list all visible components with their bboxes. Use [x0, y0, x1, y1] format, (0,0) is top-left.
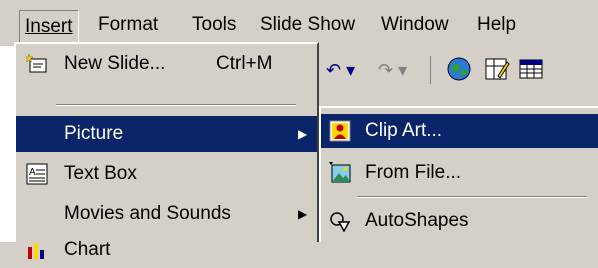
picture-submenu: Clip Art... From File... AutoShapes	[319, 106, 598, 242]
submenu-item-autoshapes[interactable]: AutoShapes	[321, 204, 598, 238]
document-background-strip	[0, 46, 14, 242]
menu-separator	[56, 104, 296, 106]
new-slide-icon	[26, 53, 47, 73]
menu-slide-show[interactable]: Slide Show	[260, 12, 355, 38]
menu-item-movies-and-sounds[interactable]: Movies and Sounds ▶	[16, 196, 317, 232]
internet-globe-icon[interactable]	[446, 56, 472, 82]
menu-window[interactable]: Window	[381, 12, 449, 38]
submenu-item-from-file[interactable]: From File...	[321, 156, 598, 190]
submenu-arrow-icon: ▶	[298, 207, 308, 221]
submenu-item-clip-art[interactable]: Clip Art...	[321, 114, 598, 148]
submenu-arrow-icon: ▶	[298, 127, 308, 141]
menu-item-new-slide[interactable]: New Slide... Ctrl+M	[16, 46, 317, 82]
menu-bar: Insert Format Tools Slide Show Window He…	[0, 0, 598, 46]
autoshapes-icon	[330, 212, 351, 232]
insert-menu: New Slide... Ctrl+M Picture ▶ A Text Box…	[14, 42, 319, 260]
insert-table-icon[interactable]	[518, 56, 544, 82]
standard-toolbar: ↶ ▾ ↷ ▾	[318, 46, 598, 96]
svg-text:A: A	[29, 167, 36, 178]
clip-art-icon	[329, 120, 351, 142]
redo-icon[interactable]: ↷ ▾	[378, 60, 407, 81]
submenu-separator	[357, 196, 587, 198]
menu-item-chart[interactable]: Chart	[16, 232, 317, 268]
menu-format[interactable]: Format	[98, 12, 158, 38]
text-box-icon: A	[26, 163, 48, 185]
menu-help[interactable]: Help	[477, 12, 516, 38]
menu-tools[interactable]: Tools	[192, 12, 236, 38]
edit-table-icon[interactable]	[484, 56, 510, 82]
chart-icon	[28, 243, 44, 259]
undo-icon[interactable]: ↶ ▾	[326, 60, 355, 81]
menu-insert[interactable]: Insert	[19, 10, 79, 44]
from-file-icon	[329, 162, 351, 183]
toolbar-separator	[430, 56, 431, 84]
menu-item-text-box[interactable]: A Text Box	[16, 156, 317, 192]
menu-item-picture[interactable]: Picture ▶	[16, 116, 317, 152]
